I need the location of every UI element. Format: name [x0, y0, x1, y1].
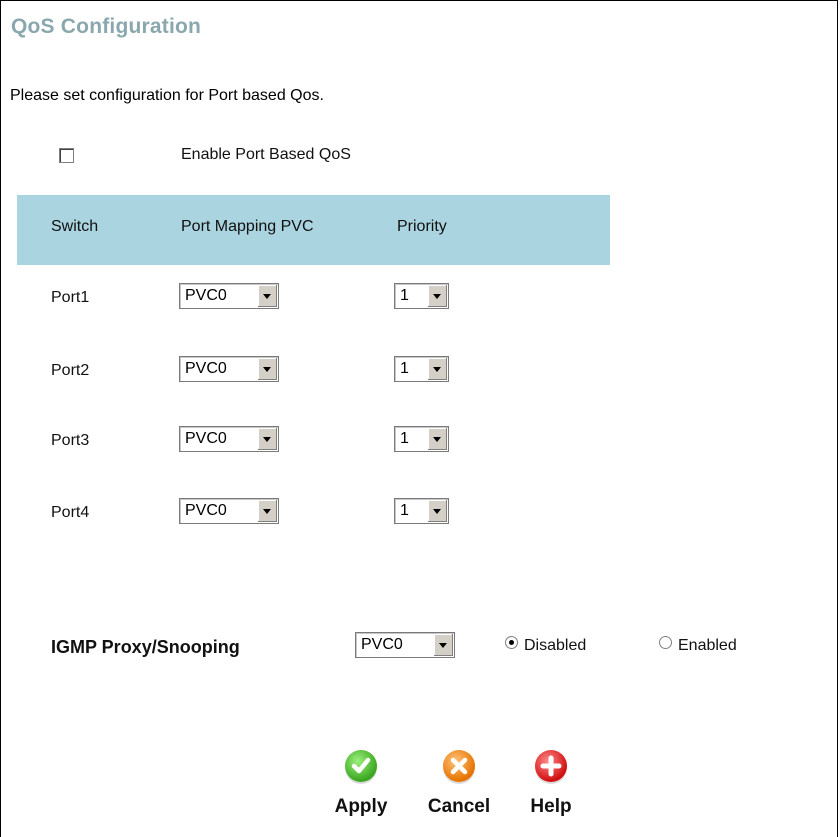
cancel-button[interactable]: Cancel	[419, 750, 499, 834]
header-port-mapping-pvc: Port Mapping PVC	[181, 218, 314, 235]
table-row: Port3 PVC0 1	[1, 426, 601, 456]
enable-port-qos-checkbox[interactable]	[59, 148, 74, 163]
table-row: Port4 PVC0 1	[1, 498, 601, 528]
table-row: Port2 PVC0 1	[1, 356, 601, 386]
radio-selected-icon[interactable]	[505, 636, 518, 649]
port1-priority-select[interactable]: 1	[394, 283, 449, 309]
port-label: Port4	[51, 504, 90, 521]
port-label: Port2	[51, 362, 90, 379]
port-label: Port3	[51, 432, 90, 449]
igmp-enabled-label: Enabled	[678, 637, 737, 654]
close-icon[interactable]	[443, 750, 475, 782]
select-value: PVC0	[185, 287, 227, 304]
apply-button[interactable]: Apply	[321, 750, 401, 834]
port1-pvc-select[interactable]: PVC0	[179, 283, 279, 309]
igmp-disabled-radio[interactable]: Disabled	[505, 636, 587, 655]
select-value: PVC0	[361, 636, 403, 653]
table-row: Port1 PVC0 1	[1, 283, 601, 313]
select-value: 1	[400, 287, 409, 304]
chevron-down-icon[interactable]	[427, 428, 447, 450]
enable-port-qos-label: Enable Port Based QoS	[181, 146, 351, 163]
port3-pvc-select[interactable]: PVC0	[179, 426, 279, 452]
chevron-down-icon[interactable]	[433, 634, 453, 656]
igmp-pvc-select[interactable]: PVC0	[355, 632, 455, 658]
page-title: QoS Configuration	[11, 15, 202, 38]
port4-pvc-select[interactable]: PVC0	[179, 498, 279, 524]
select-value: 1	[400, 502, 409, 519]
chevron-down-icon[interactable]	[257, 500, 277, 522]
cancel-label[interactable]: Cancel	[419, 796, 499, 818]
chevron-down-icon[interactable]	[257, 428, 277, 450]
igmp-disabled-label: Disabled	[524, 637, 587, 654]
radio-unselected-icon[interactable]	[659, 636, 672, 649]
igmp-label: IGMP Proxy/Snooping	[51, 637, 240, 657]
help-button[interactable]: Help	[511, 750, 591, 834]
select-value: PVC0	[185, 502, 227, 519]
port3-priority-select[interactable]: 1	[394, 426, 449, 452]
apply-label[interactable]: Apply	[321, 796, 401, 818]
select-value: 1	[400, 360, 409, 377]
header-switch: Switch	[51, 218, 99, 235]
igmp-enabled-radio[interactable]: Enabled	[659, 636, 737, 655]
port-table-header: Switch Port Mapping PVC Priority	[17, 195, 610, 265]
help-label[interactable]: Help	[511, 796, 591, 818]
chevron-down-icon[interactable]	[427, 285, 447, 307]
select-value: PVC0	[185, 360, 227, 377]
qos-config-panel: QoS Configuration Please set configurati…	[0, 0, 838, 837]
select-value: 1	[400, 430, 409, 447]
chevron-down-icon[interactable]	[427, 358, 447, 380]
port4-priority-select[interactable]: 1	[394, 498, 449, 524]
port2-pvc-select[interactable]: PVC0	[179, 356, 279, 382]
chevron-down-icon[interactable]	[257, 285, 277, 307]
chevron-down-icon[interactable]	[427, 500, 447, 522]
plus-icon[interactable]	[535, 750, 567, 782]
header-priority: Priority	[397, 218, 447, 235]
select-value: PVC0	[185, 430, 227, 447]
port2-priority-select[interactable]: 1	[394, 356, 449, 382]
chevron-down-icon[interactable]	[257, 358, 277, 380]
checkmark-icon[interactable]	[345, 750, 377, 782]
page-description: Please set configuration for Port based …	[10, 87, 324, 104]
port-label: Port1	[51, 289, 90, 306]
